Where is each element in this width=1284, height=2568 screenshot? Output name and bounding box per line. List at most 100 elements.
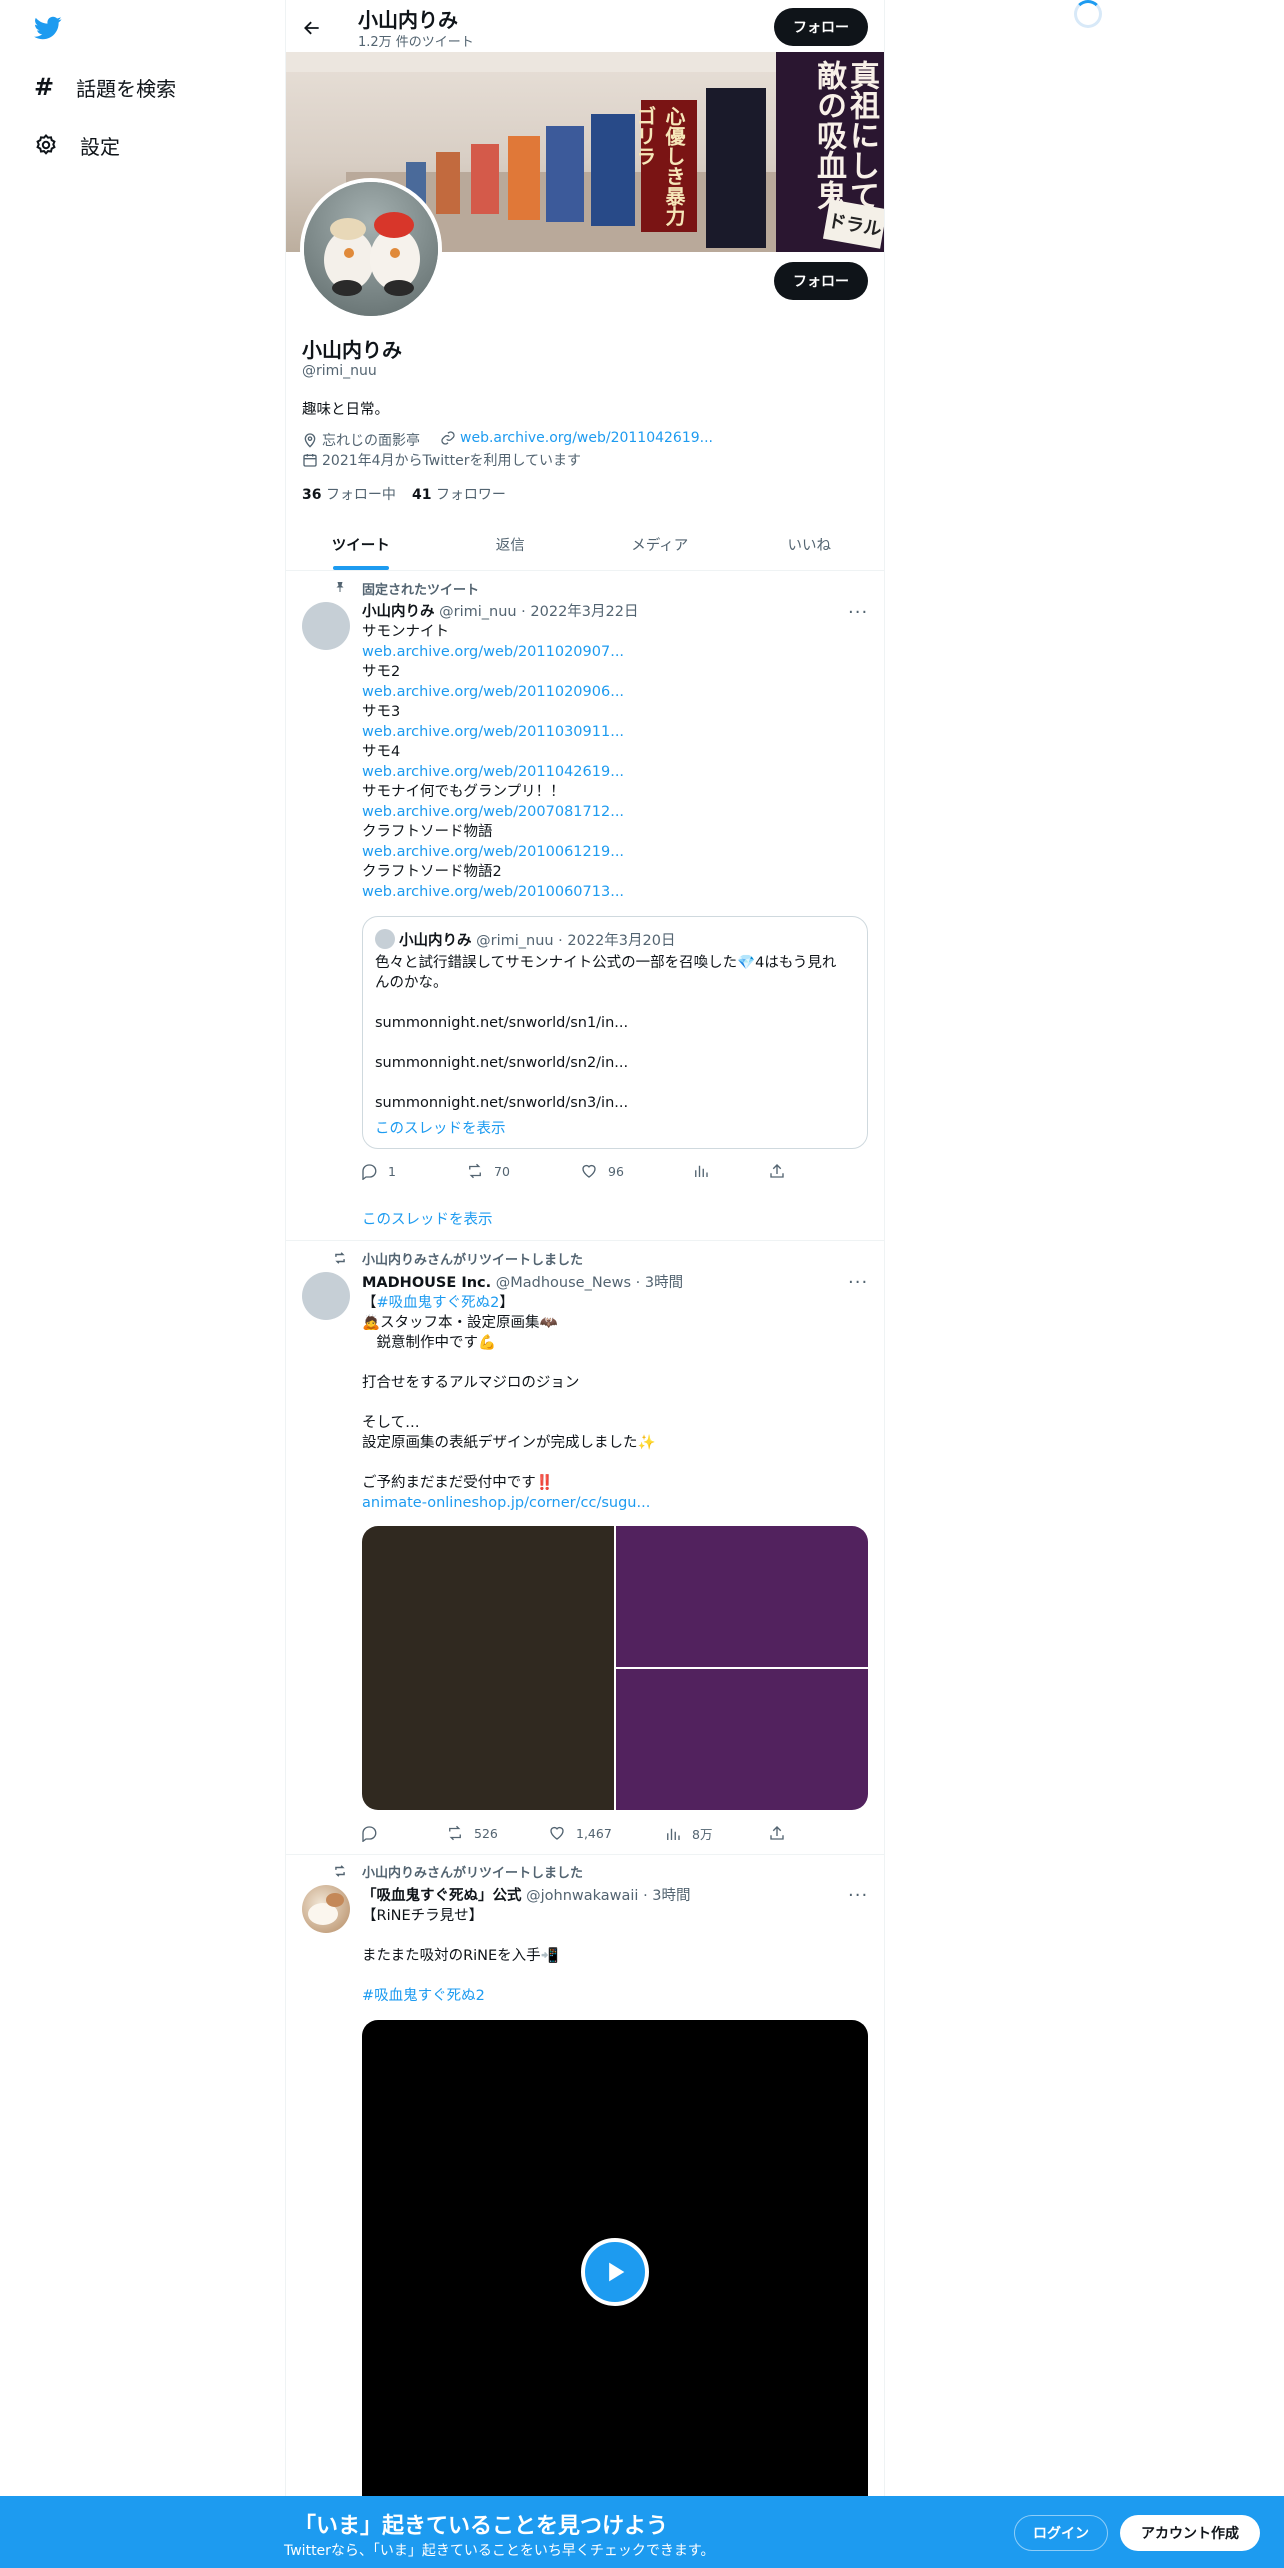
location-icon: [302, 432, 318, 448]
tweet-link[interactable]: web.archive.org/web/2007081712...: [362, 802, 862, 822]
retweet-button[interactable]: 70: [466, 1162, 510, 1180]
bottom-signup-bar: 「いま」起きていることを見つけよう Twitterなら、「いま」起きていることを…: [0, 2496, 1284, 2568]
profile-location: 忘れじの面影亭: [302, 430, 420, 450]
tweet-link[interactable]: web.archive.org/web/2011020907...: [362, 642, 862, 662]
retweet-icon: [332, 1864, 348, 1878]
media-image[interactable]: [616, 1526, 868, 1667]
link-icon: [440, 430, 456, 446]
tweet-text-line: クラフトソード物語2: [362, 864, 502, 880]
tweet-header: MADHOUSE Inc. @Madhouse_News · 3時間: [362, 1275, 684, 1291]
retweet-button[interactable]: 526: [446, 1824, 498, 1842]
banner-poster-1: 心優しき暴力ゴリラ: [633, 100, 697, 232]
tweet-author-name[interactable]: 小山内りみ: [362, 604, 435, 620]
tweet-date[interactable]: 2022年3月22日: [530, 604, 638, 620]
tweet-text-line: サモ3: [362, 704, 401, 720]
media-grid: [362, 1526, 868, 1810]
tweet-text: またまた吸対のRiNEを入手📲: [362, 1948, 559, 1964]
tweet-text-line: サモンナイト: [362, 624, 449, 640]
retweeted-label[interactable]: 小山内りみさんがリツイートしました: [362, 1249, 583, 1268]
tweet-text: 【RiNEチラ見せ】: [362, 1908, 484, 1924]
header-name: 小山内りみ: [358, 8, 458, 32]
tweet-link[interactable]: animate-onlineshop.jp/corner/cc/sugu...: [362, 1493, 650, 1513]
sidebar-item-label: 設定: [80, 134, 120, 159]
tweet-text-line: サモナイ何でもグランプリ！！: [362, 784, 565, 800]
tweet-hashtag-line: 【#吸血鬼すぐ死ぬ2】: [362, 1295, 514, 1311]
signup-button[interactable]: アカウント作成: [1120, 2515, 1260, 2551]
tweet-text-line: 打合せをするアルマジロのジョン: [362, 1375, 580, 1391]
pinned-label: 固定されたツイート: [362, 583, 480, 598]
tweet-author-name[interactable]: 「吸血鬼すぐ死ぬ」公式: [362, 1888, 522, 1904]
profile-avatar[interactable]: [300, 178, 442, 320]
quote-text: んのかな。: [375, 975, 448, 991]
quote-author-name: 小山内りみ: [399, 933, 472, 949]
media-image[interactable]: [616, 1669, 868, 1810]
tab-tweets[interactable]: ツイート: [286, 518, 436, 570]
tweet-link[interactable]: web.archive.org/web/2010060713...: [362, 882, 862, 902]
profile-url[interactable]: web.archive.org/web/2011042619...: [440, 430, 713, 446]
tweet-header: 「吸血鬼すぐ死ぬ」公式 @johnwakawaii · 3時間: [362, 1888, 691, 1904]
tab-media[interactable]: メディア: [585, 518, 735, 570]
tweet-text-line: サモ2: [362, 664, 401, 680]
sidebar-item-label: 話題を検索: [76, 76, 177, 101]
play-button-icon[interactable]: [581, 2238, 649, 2306]
tweet-text-line: [362, 1353, 862, 1373]
more-options-icon[interactable]: ···: [848, 602, 868, 623]
tweet-text-line: [362, 1453, 862, 1473]
header-follow-button[interactable]: フォロー: [774, 8, 868, 46]
twitter-logo-icon[interactable]: [32, 14, 64, 42]
share-icon[interactable]: [768, 1162, 786, 1180]
avatar[interactable]: [302, 1885, 350, 1933]
profile-bio: 趣味と日常。: [302, 402, 389, 418]
tweet-author-name[interactable]: MADHOUSE Inc.: [362, 1275, 491, 1291]
login-button[interactable]: ログイン: [1014, 2515, 1108, 2551]
hashtag-link[interactable]: #吸血鬼すぐ死ぬ2: [377, 1295, 500, 1311]
avatar: [375, 929, 395, 949]
analytics-icon[interactable]: [692, 1162, 710, 1180]
following-count-link[interactable]: 36 フォロー中: [302, 484, 396, 504]
show-thread-link[interactable]: このスレッドを表示: [362, 1208, 493, 1229]
quote-link: summonnight.net/snworld/sn1/in...: [375, 1015, 629, 1031]
bottom-bar-subtitle: Twitterなら、「いま」起きていることをいち早くチェックできます。: [284, 2543, 715, 2559]
video-player[interactable]: [362, 2020, 868, 2540]
divider: [286, 1854, 884, 1855]
tweet-text: 🙇スタッフ本・設定原画集🦇 鋭意制作中です💪 打合せをするアルマジロのジョン そして…: [362, 1313, 862, 1493]
reply-button[interactable]: 1: [360, 1162, 396, 1180]
media-image[interactable]: [362, 1526, 614, 1810]
sidebar-item-explore[interactable]: # 話題を検索: [34, 70, 176, 104]
like-button[interactable]: 96: [580, 1162, 624, 1180]
views-button[interactable]: 8万: [664, 1824, 712, 1843]
tweet-text-line: そして…: [362, 1415, 420, 1431]
share-icon[interactable]: [768, 1824, 786, 1842]
profile-follow-button[interactable]: フォロー: [774, 262, 868, 300]
avatar[interactable]: [302, 1272, 350, 1320]
back-arrow-icon[interactable]: [298, 14, 326, 42]
tweet-text-line: サモ4: [362, 744, 401, 760]
sidebar-item-settings[interactable]: 設定: [34, 128, 120, 162]
reply-button[interactable]: [360, 1824, 378, 1842]
tweet-link[interactable]: web.archive.org/web/2011020906...: [362, 682, 862, 702]
more-options-icon[interactable]: ···: [848, 1272, 868, 1293]
tweet-link[interactable]: web.archive.org/web/2011042619...: [362, 762, 862, 782]
tweet-text-line: 🙇スタッフ本・設定原画集🦇: [362, 1315, 558, 1331]
tweet-text-line: ご予約まだまだ受付中です‼️: [362, 1475, 554, 1491]
tab-likes[interactable]: いいね: [735, 518, 885, 570]
header-tweet-count: 1.2万 件のツイート: [358, 35, 474, 50]
tweet-text-line: クラフトソード物語: [362, 824, 493, 840]
more-options-icon[interactable]: ···: [848, 1885, 868, 1906]
banner-poster-2: [706, 88, 766, 248]
retweet-icon: [332, 1251, 348, 1265]
tab-replies[interactable]: 返信: [436, 518, 586, 570]
hashtag-link[interactable]: #吸血鬼すぐ死ぬ2: [362, 1986, 485, 2006]
quote-show-thread-link[interactable]: このスレッドを表示: [375, 1117, 506, 1138]
like-button[interactable]: 1,467: [548, 1824, 612, 1842]
followers-count-link[interactable]: 41 フォロワー: [412, 484, 506, 504]
tweet-header: 小山内りみ @rimi_nuu · 2022年3月22日: [362, 604, 639, 620]
bottom-bar-title: 「いま」起きていることを見つけよう: [294, 2514, 669, 2539]
tweet-link[interactable]: web.archive.org/web/2011030911...: [362, 722, 862, 742]
divider: [286, 1240, 884, 1241]
tweet-text: サモンナイト web.archive.org/web/2011020907... サ…: [362, 622, 862, 902]
avatar[interactable]: [302, 602, 350, 650]
retweeted-label[interactable]: 小山内りみさんがリツイートしました: [362, 1862, 583, 1881]
tweet-link[interactable]: web.archive.org/web/2010061219...: [362, 842, 862, 862]
quoted-tweet[interactable]: 小山内りみ @rimi_nuu · 2022年3月20日 色々と試行錯誤してサモ…: [362, 916, 868, 1149]
